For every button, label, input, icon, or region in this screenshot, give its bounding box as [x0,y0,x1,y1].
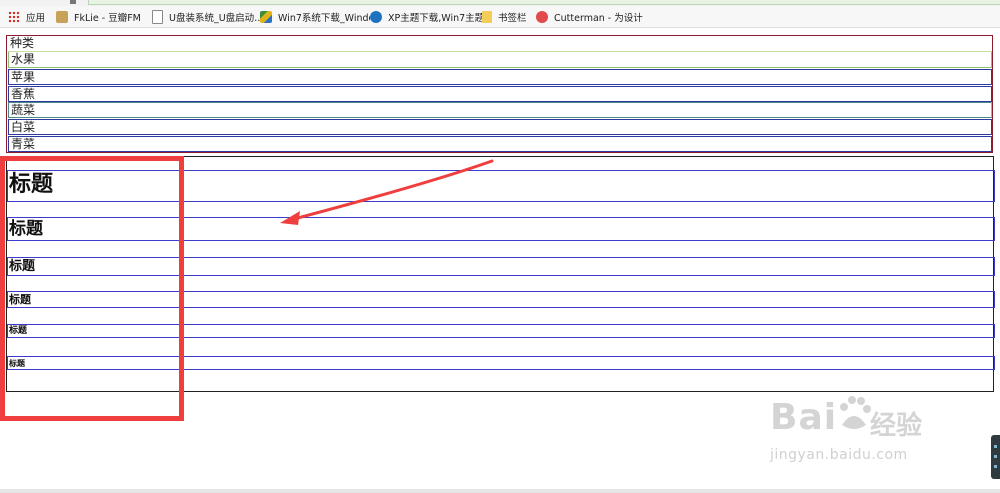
table-row: 香蕉 [8,86,992,102]
fm-icon [56,10,68,23]
tab-stub [70,0,76,4]
table-row: 蔬菜 [8,102,992,118]
table-row: 白菜 [8,119,992,135]
side-tab-dot [994,465,997,468]
page-icon [152,9,163,24]
q-icon [370,10,382,23]
side-panel-tab[interactable] [991,435,1000,479]
watermark-brand-tail: 经验 [870,411,923,441]
bookmark-folder[interactable]: 书签栏 [482,6,536,28]
side-tab-dot [994,445,997,448]
folder-icon [482,10,492,23]
bookmarks-bar: 应用 FkLie - 豆瓣FM U盘装系统_U盘启动… Win7系统下载_Win… [0,6,1000,28]
bookmark-apps[interactable]: 应用 [0,6,56,28]
bookmark-xp-theme[interactable]: XP主题下载,Win7主题 [370,6,482,28]
watermark-url: jingyan.baidu.com [770,447,908,463]
annotation-arrow-icon [280,159,494,225]
bottom-bar [0,489,1000,493]
apps-grid-icon [8,10,20,23]
address-bar-edge[interactable] [88,0,1000,5]
paw-icon [840,396,871,429]
table-row: 水果 [8,52,992,68]
table-row: 苹果 [8,69,992,85]
table-row: 青菜 [8,136,992,152]
side-tab-dot [994,455,997,458]
table-row: 种类 [8,36,992,52]
bookmark-cutterman[interactable]: Cutterman - 为设计 [536,6,646,28]
bookmark-win7[interactable]: Win7系统下载_Windo [260,6,370,28]
cube-icon [260,10,272,23]
cutterman-icon [536,10,548,23]
bookmark-fklie[interactable]: FkLie - 豆瓣FM [56,6,152,28]
watermark-brand: Bai [770,397,838,438]
annotation-highlight-box [0,156,184,421]
category-table: 种类 水果 苹果 香蕉 蔬菜 白菜 青菜 [6,35,993,153]
bookmark-upan[interactable]: U盘装系统_U盘启动… [152,6,260,28]
baidu-watermark: Bai 经验 jingyan.baidu.com [770,393,950,473]
